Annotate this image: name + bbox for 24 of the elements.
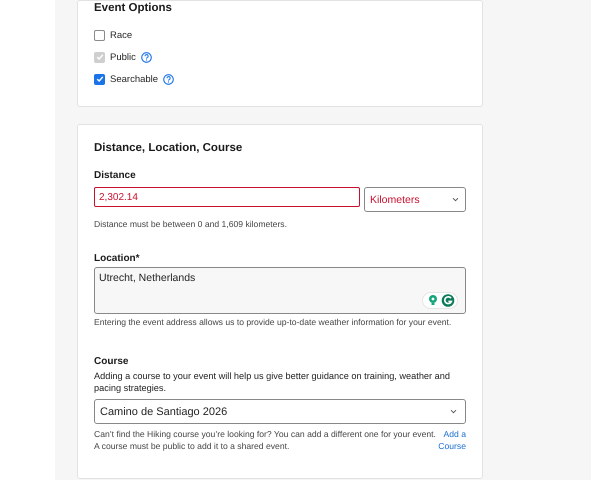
unit-select[interactable]: Kilometers [364,187,466,212]
assistant-icons-drawing[interactable] [422,292,458,309]
hint-text: Can’t find the Hiking course you’re looking for? You can add a different one for your event. [94,428,434,440]
checkbox[interactable] [94,30,105,40]
course-select[interactable]: Camino de Santiago 2026 [94,399,466,424]
course-description: Adding a course to your event will help us give better guidance on training, weather and pacing strategies. [94,370,451,394]
field-label: Course [94,356,130,367]
hint-text: Entering the event address allows us to provide up-to-date weather information for your event. [94,316,452,328]
add-course-link[interactable]: Add a Course [435,428,466,452]
section-title: Distance, Location, Course [94,142,244,154]
field-label: Distance [94,170,137,181]
location-input[interactable]: Utrecht, Netherlands [94,267,466,314]
help-icon[interactable] [163,74,174,84]
chevron-icon [450,409,457,414]
option-label: Searchable [110,74,158,84]
section-title: Event Options [94,2,173,14]
distance-input[interactable]: 2,302.14 [94,187,360,207]
field-label: Location* [94,253,141,264]
checkbox[interactable] [94,74,105,84]
chevron-icon [452,197,459,202]
option-label: Public [110,52,136,62]
option-label: Race [110,30,132,40]
hint-text: Distance must be between 0 and 1,609 kilometers. [94,218,288,230]
hint-text: A course must be public to add it to a shared event. [94,440,290,452]
